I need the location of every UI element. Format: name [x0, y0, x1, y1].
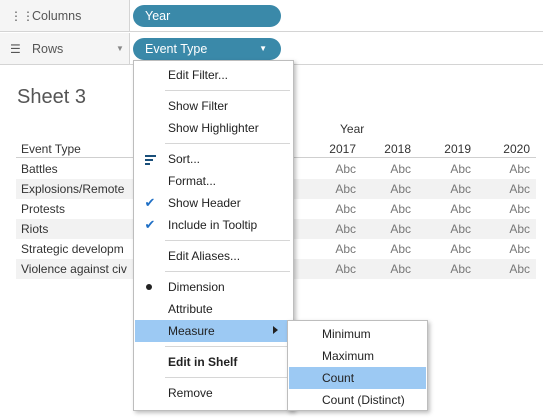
menu-item-measure[interactable]: Measure	[135, 320, 292, 342]
menu-item-remove[interactable]: Remove	[135, 382, 292, 404]
menu-item-format[interactable]: Format...	[135, 170, 292, 192]
measure-submenu: Minimum Maximum Count Count (Distinct)	[287, 320, 428, 411]
table-cell[interactable]: Abc	[361, 202, 411, 216]
year-header[interactable]: 2019	[421, 142, 471, 156]
table-cell[interactable]: Abc	[306, 182, 356, 196]
menu-item-include-in-tooltip[interactable]: ✔ Include in Tooltip	[135, 214, 292, 236]
menu-item-edit-in-shelf[interactable]: Edit in Shelf	[135, 351, 292, 373]
columns-shelf-label: ⋮⋮ Columns	[0, 0, 130, 31]
row-header-title[interactable]: Event Type	[21, 142, 81, 156]
table-cell[interactable]: Abc	[421, 202, 471, 216]
sort-icon	[145, 155, 156, 167]
table-cell[interactable]: Abc	[361, 162, 411, 176]
columns-icon: ⋮⋮	[10, 8, 34, 23]
table-cell[interactable]: Abc	[421, 182, 471, 196]
table-cell[interactable]: Abc	[480, 262, 530, 276]
table-cell[interactable]: Abc	[361, 222, 411, 236]
menu-separator	[165, 346, 290, 347]
table-cell[interactable]: Abc	[480, 162, 530, 176]
menu-item-sort[interactable]: Sort...	[135, 148, 292, 170]
menu-item-show-highlighter[interactable]: Show Highlighter	[135, 117, 292, 139]
sheet-title[interactable]: Sheet 3	[17, 86, 86, 109]
row-label[interactable]: Riots	[21, 222, 141, 236]
table-cell[interactable]: Abc	[306, 162, 356, 176]
submenu-arrow-icon	[273, 326, 278, 334]
table-cell[interactable]: Abc	[480, 222, 530, 236]
menu-item-attribute[interactable]: Attribute	[135, 298, 292, 320]
event-type-pill[interactable]: Event Type ▼	[133, 38, 281, 60]
table-cell[interactable]: Abc	[480, 182, 530, 196]
submenu-item-minimum[interactable]: Minimum	[289, 323, 426, 345]
menu-item-show-header[interactable]: ✔ Show Header	[135, 192, 292, 214]
rows-icon: ☰	[10, 41, 21, 56]
columns-shelf: ⋮⋮ Columns Year	[0, 0, 543, 32]
menu-separator	[165, 143, 290, 144]
menu-separator	[165, 377, 290, 378]
menu-item-edit-filter[interactable]: Edit Filter...	[135, 64, 292, 86]
shelf-dropdown-icon[interactable]: ▼	[116, 44, 124, 53]
table-cell[interactable]: Abc	[421, 162, 471, 176]
year-header[interactable]: 2017	[306, 142, 356, 156]
table-cell[interactable]: Abc	[421, 222, 471, 236]
submenu-item-count-distinct[interactable]: Count (Distinct)	[289, 389, 426, 411]
table-cell[interactable]: Abc	[361, 262, 411, 276]
radio-dot-icon	[146, 284, 152, 290]
menu-item-dimension[interactable]: Dimension	[135, 276, 292, 298]
table-cell[interactable]: Abc	[306, 242, 356, 256]
checkmark-icon: ✔	[144, 217, 156, 232]
table-cell[interactable]: Abc	[421, 242, 471, 256]
menu-separator	[165, 90, 290, 91]
table-cell[interactable]: Abc	[421, 262, 471, 276]
pill-context-menu: Edit Filter... Show Filter Show Highligh…	[133, 60, 294, 411]
table-cell[interactable]: Abc	[480, 202, 530, 216]
table-cell[interactable]: Abc	[306, 222, 356, 236]
table-cell[interactable]: Abc	[306, 262, 356, 276]
year-header[interactable]: 2018	[361, 142, 411, 156]
menu-item-edit-aliases[interactable]: Edit Aliases...	[135, 245, 292, 267]
year-header[interactable]: 2020	[480, 142, 530, 156]
submenu-item-maximum[interactable]: Maximum	[289, 345, 426, 367]
menu-item-show-filter[interactable]: Show Filter	[135, 95, 292, 117]
table-cell[interactable]: Abc	[480, 242, 530, 256]
row-label[interactable]: Strategic developm	[21, 242, 141, 256]
table-cell[interactable]: Abc	[306, 202, 356, 216]
row-label[interactable]: Explosions/Remote	[21, 182, 141, 196]
rows-shelf-label: ☰ Rows ▼	[0, 33, 130, 64]
pill-dropdown-icon[interactable]: ▼	[259, 44, 267, 53]
table-cell[interactable]: Abc	[361, 182, 411, 196]
menu-separator	[165, 240, 290, 241]
menu-separator	[165, 271, 290, 272]
submenu-item-count[interactable]: Count	[289, 367, 426, 389]
checkmark-icon: ✔	[144, 195, 156, 210]
table-cell[interactable]: Abc	[361, 242, 411, 256]
row-label[interactable]: Violence against civ	[21, 262, 141, 276]
column-header-title[interactable]: Year	[340, 122, 364, 136]
row-label[interactable]: Protests	[21, 202, 141, 216]
row-label[interactable]: Battles	[21, 162, 141, 176]
year-pill[interactable]: Year	[133, 5, 281, 27]
